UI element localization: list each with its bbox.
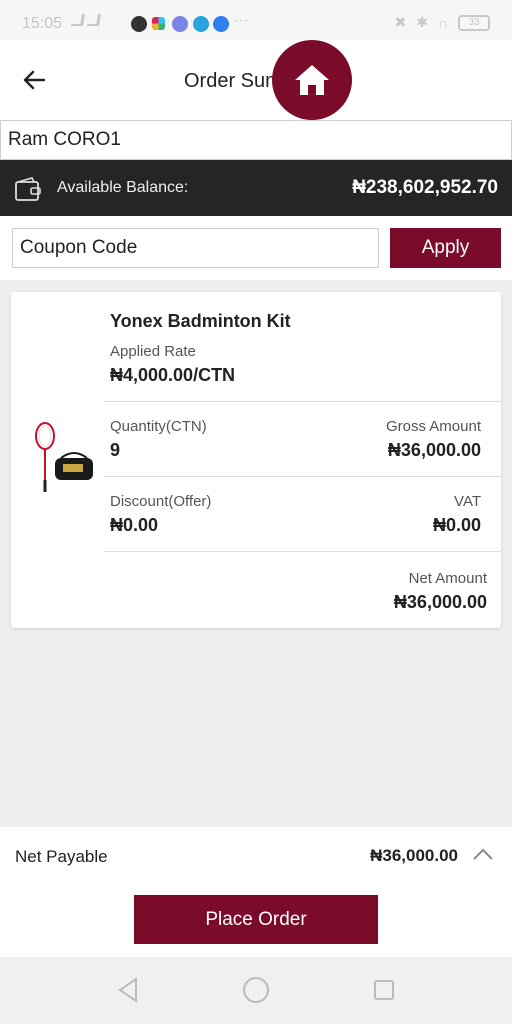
vat-value: ₦0.00 [432,515,481,535]
battery-icon: 33 [458,14,490,31]
home-button[interactable] [272,40,352,120]
signal-icon [86,14,102,26]
coupon-input[interactable] [12,228,379,268]
square-recents-icon [374,980,394,1000]
vpn-app-icon [131,16,147,32]
circle-home-icon [243,977,269,1003]
nav-recents-button[interactable] [369,975,399,1005]
applied-rate-value: ₦4,000.00/CTN [110,365,236,385]
discount-value: ₦0.00 [110,515,159,535]
status-right-icons: ✖ ✱ ∩ 33 [394,14,490,31]
app-header: Order Summary [0,40,512,120]
divider [104,401,501,402]
page-title: Order Summary [184,70,276,92]
divider [104,551,501,552]
place-order-button[interactable]: Place Order [134,895,378,944]
net-payable-label: Net Payable [15,847,108,866]
customer-name-field[interactable]: Ram CORO1 [0,120,512,160]
balance-label: Available Balance: [57,179,189,196]
home-icon [295,65,329,95]
more-icon: ··· [233,12,249,29]
quantity-label: Quantity(CTN) [110,418,207,435]
gross-amount-label: Gross Amount [385,418,481,435]
net-amount-value: ₦36,000.00 [393,592,487,612]
nav-back-button[interactable] [113,975,143,1005]
balance-bar: Available Balance: ₦238,602,952.70 [0,160,512,216]
discord-app-icon [172,16,188,32]
balance-value: ₦238,602,952.70 [352,177,498,198]
system-nav-bar [0,957,512,1024]
divider [104,476,501,477]
apply-coupon-button[interactable]: Apply [390,228,501,268]
discount-label: Discount(Offer) [110,493,212,510]
signal-icon [70,14,86,26]
wallet-icon [15,177,41,201]
order-item-card: Yonex Badminton Kit Applied Rate ₦4,000.… [11,292,501,628]
slack-app-icon [152,17,165,30]
mute-icon: ✖ [394,14,407,30]
nav-home-button[interactable] [241,975,271,1005]
quantity-value: 9 [110,440,121,460]
applied-rate-label: Applied Rate [110,343,196,360]
net-amount-label: Net Amount [408,570,487,587]
net-payable-value: ₦36,000.00 [370,846,458,865]
triangle-back-icon [118,977,137,1003]
status-bar: 15:05 ··· ✖ ✱ ∩ 33 [0,0,512,40]
order-footer: Net Payable ₦36,000.00 Place Order [0,827,512,957]
signal-icons [70,14,102,26]
play-app-icon [213,16,229,32]
telegram-app-icon [193,16,209,32]
headset-icon: ∩ [437,14,448,31]
chevron-up-icon[interactable] [472,847,494,861]
bluetooth-icon: ✱ [416,14,428,30]
gross-amount-value: ₦36,000.00 [387,440,481,460]
coupon-section: Apply [0,216,512,280]
vat-label: VAT [454,493,481,510]
product-name: Yonex Badminton Kit [110,311,291,331]
back-button[interactable] [20,66,48,94]
back-arrow-icon [23,70,45,90]
status-time: 15:05 [22,15,63,32]
badminton-kit-image [35,422,93,492]
